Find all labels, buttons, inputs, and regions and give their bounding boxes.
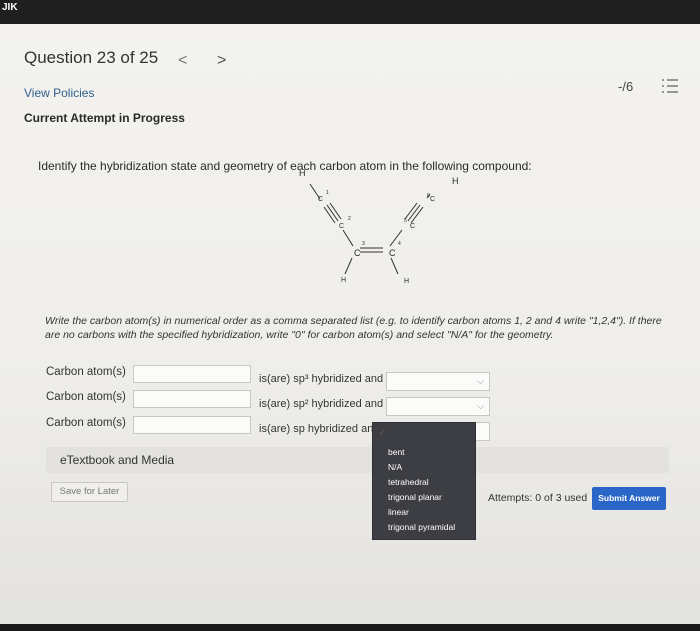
atom-number: 4: [398, 241, 401, 247]
dropdown-option[interactable]: bent: [388, 447, 405, 457]
atom-number: 6: [427, 193, 430, 199]
question-title: Question 23 of 25: [24, 48, 159, 67]
question-score: -/6: [618, 79, 634, 94]
list-icon[interactable]: [660, 76, 680, 96]
atom-label: C: [410, 223, 416, 230]
geometry-select-sp2[interactable]: ⌵: [386, 397, 490, 416]
carbon-atoms-input-sp3[interactable]: [133, 365, 251, 383]
molecule-structure: [309, 183, 430, 275]
chevron-down-icon: ⌵: [477, 376, 484, 386]
submit-answer-button[interactable]: Submit Answer: [592, 487, 666, 510]
atom-label: C: [318, 196, 324, 203]
atom-label: H: [452, 176, 459, 186]
attempt-heading: Current Attempt in Progress: [24, 111, 185, 125]
etextbook-media-bar[interactable]: eTextbook and Media: [46, 447, 669, 473]
atom-number: 1: [326, 190, 329, 196]
geometry-select-sp3[interactable]: ⌵: [386, 372, 490, 391]
atom-label: C: [339, 223, 345, 230]
atom-label: C: [430, 196, 436, 203]
row-text-sp2: is(are) sp² hybridized and: [259, 398, 384, 410]
dropdown-option[interactable]: tetrahedral: [388, 477, 429, 487]
chevron-right-icon[interactable]: >: [217, 52, 226, 70]
row-text-sp: is(are) sp hybridized and: [259, 423, 380, 435]
atom-label: H: [341, 277, 347, 284]
dropdown-option[interactable]: trigonal planar: [388, 492, 442, 502]
attempts-counter: Attempts: 0 of 3 used: [488, 492, 588, 504]
chevron-left-icon[interactable]: <: [178, 52, 187, 70]
dropdown-option[interactable]: linear: [388, 507, 409, 517]
top-bar: JIK: [0, 0, 700, 24]
etextbook-label: eTextbook and Media: [60, 453, 175, 467]
bottom-bar: [0, 624, 700, 631]
atom-number: 5: [404, 218, 407, 224]
atom-label: C: [389, 248, 396, 258]
dropdown-option[interactable]: N/A: [388, 462, 402, 472]
instructions-text: Write the carbon atom(s) in numerical or…: [45, 315, 662, 341]
question-prompt: Identify the hybridization state and geo…: [38, 159, 532, 173]
atom-number: 2: [348, 216, 351, 222]
row-label-sp2: Carbon atom(s): [46, 391, 126, 403]
check-icon: ✓: [378, 427, 388, 439]
top-bar-text: JIK: [2, 2, 18, 13]
dropdown-option[interactable]: trigonal pyramidal: [388, 522, 455, 532]
row-text-sp3: is(are) sp³ hybridized and: [259, 373, 384, 385]
chevron-down-icon: ⌵: [477, 401, 484, 411]
geometry-dropdown-menu: bent N/A tetrahedral trigonal planar lin…: [372, 422, 476, 540]
row-label-sp3: Carbon atom(s): [46, 366, 126, 378]
view-policies-link[interactable]: View Policies: [24, 86, 94, 100]
atom-label: H: [404, 278, 410, 285]
carbon-atoms-input-sp2[interactable]: [133, 390, 251, 408]
atom-label: C: [354, 248, 361, 258]
row-label-sp: Carbon atom(s): [46, 417, 126, 429]
atom-number: 3: [362, 241, 365, 247]
save-for-later-button[interactable]: Save for Later: [51, 482, 128, 502]
carbon-atoms-input-sp[interactable]: [133, 416, 251, 434]
atom-label: H: [299, 168, 306, 178]
